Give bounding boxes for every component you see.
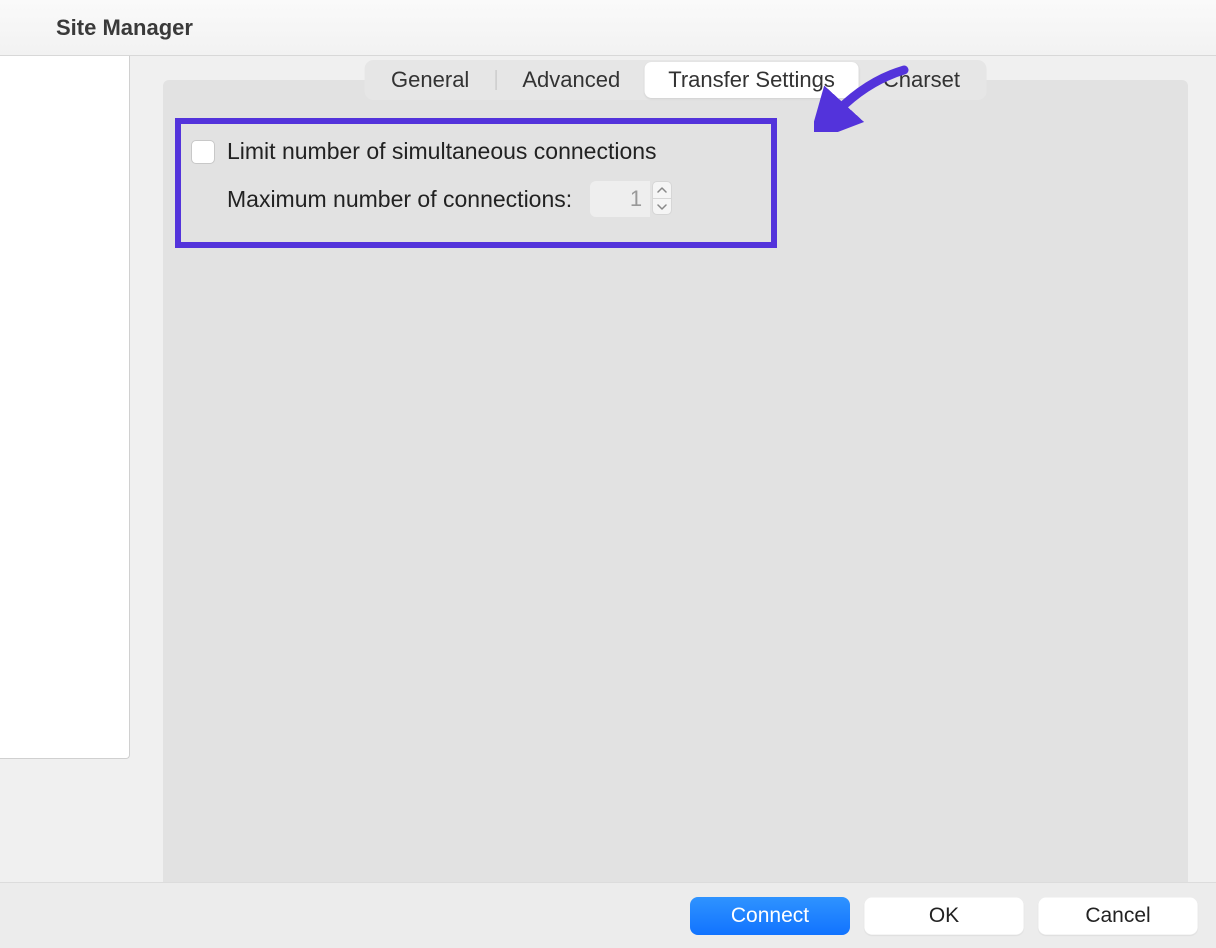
tab-transfer-settings[interactable]: Transfer Settings <box>644 62 859 98</box>
tab-advanced[interactable]: Advanced <box>498 62 644 98</box>
content-area: General Advanced Transfer Settings Chars… <box>0 56 1216 882</box>
max-connections-input[interactable] <box>590 181 650 217</box>
tab-divider <box>495 70 496 90</box>
chevron-down-icon <box>657 204 667 210</box>
max-connections-row: Maximum number of connections: <box>191 181 761 217</box>
max-connections-stepper <box>652 181 672 217</box>
max-connections-label: Maximum number of connections: <box>227 186 572 213</box>
connect-button[interactable]: Connect <box>690 897 850 935</box>
dialog-footer: Connect OK Cancel <box>0 882 1216 948</box>
cancel-button[interactable]: Cancel <box>1038 897 1198 935</box>
main-panel: General Advanced Transfer Settings Chars… <box>163 80 1188 902</box>
limit-connections-checkbox[interactable] <box>191 140 215 164</box>
limit-connections-label: Limit number of simultaneous connections <box>227 138 657 165</box>
tab-general[interactable]: General <box>367 62 493 98</box>
window-titlebar: Site Manager <box>0 0 1216 56</box>
sidebar-site-list[interactable] <box>0 56 130 759</box>
ok-button[interactable]: OK <box>864 897 1024 935</box>
tabs-container: General Advanced Transfer Settings Chars… <box>364 60 987 100</box>
tab-charset[interactable]: Charset <box>859 62 984 98</box>
stepper-down-button[interactable] <box>652 198 672 215</box>
window-title: Site Manager <box>56 15 193 41</box>
highlight-annotation-box: Limit number of simultaneous connections… <box>175 118 777 248</box>
chevron-up-icon <box>657 187 667 193</box>
stepper-up-button[interactable] <box>652 181 672 198</box>
limit-connections-row: Limit number of simultaneous connections <box>191 138 761 165</box>
